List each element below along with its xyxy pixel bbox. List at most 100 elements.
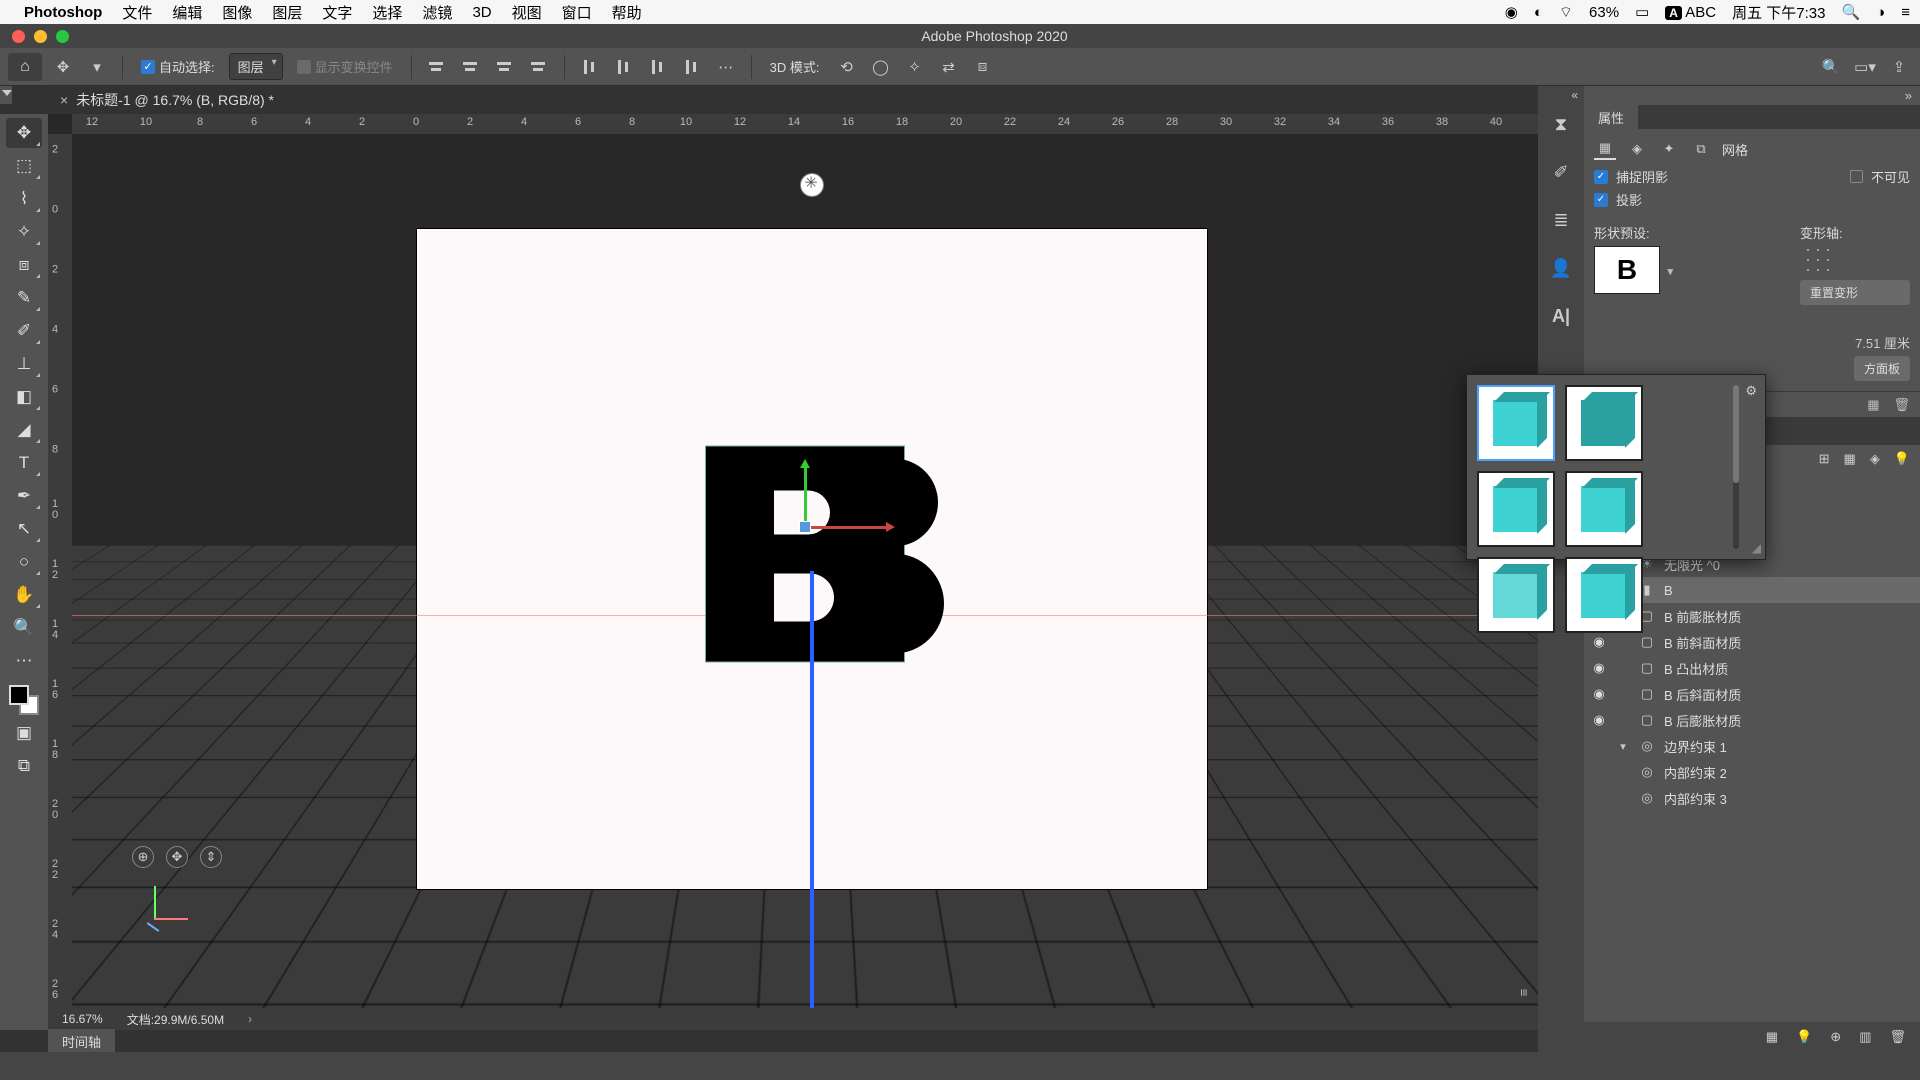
menu-select[interactable]: 选择	[372, 2, 402, 23]
home-button[interactable]: ⌂	[8, 53, 42, 81]
align-stretch-icon[interactable]	[526, 54, 552, 80]
align-left-icon[interactable]	[424, 54, 450, 80]
type-tool[interactable]: T	[6, 448, 42, 478]
path-select-tool[interactable]: ↖	[6, 514, 42, 544]
hand-tool[interactable]: ✋	[6, 580, 42, 610]
render-icon[interactable]: ▦	[1867, 397, 1879, 413]
menu-edit[interactable]: 编辑	[172, 2, 202, 23]
visibility-toggle[interactable]: ◉	[1590, 686, 1608, 702]
traffic-lights[interactable]	[12, 30, 69, 43]
eyedropper-tool[interactable]: ✎	[6, 283, 42, 313]
new-light-icon[interactable]: 💡	[1796, 1029, 1812, 1045]
depth-value[interactable]: 7.51 厘米	[1855, 333, 1910, 352]
dock-paragraph-icon[interactable]: A|	[1547, 302, 1575, 330]
minimize-window[interactable]	[34, 30, 47, 43]
3d-slide-icon[interactable]: ⇄	[936, 54, 962, 80]
menu-image[interactable]: 图像	[222, 2, 252, 23]
lasso-tool[interactable]: ⌇	[6, 184, 42, 214]
edit-toolbar[interactable]: ⋯	[6, 646, 42, 676]
quickmask-tool[interactable]: ▣	[6, 718, 42, 748]
twisty-icon[interactable]: ▾	[1616, 740, 1630, 753]
sv-dolly-icon[interactable]: ⇕	[200, 846, 222, 868]
arrange-icon[interactable]: ▭▾	[1852, 54, 1878, 80]
mesh-tab-mesh-icon[interactable]: ▦	[1594, 138, 1616, 160]
cc-icon[interactable]: ◐	[1534, 4, 1543, 21]
timeline-tab[interactable]: 时间轴	[48, 1029, 115, 1054]
trash-icon[interactable]: 🗑	[1893, 397, 1910, 413]
marquee-tool[interactable]: ⬚	[6, 151, 42, 181]
preset-thumb-1[interactable]	[1477, 385, 1555, 461]
search-icon[interactable]: 🔍	[1818, 54, 1844, 80]
menu-icon[interactable]: ≡	[1901, 4, 1910, 21]
move-tool[interactable]: ✥	[6, 118, 42, 148]
clock[interactable]: 周五 下午7:33	[1732, 2, 1825, 23]
doc-size[interactable]: 文档:29.9M/6.50M	[127, 1011, 224, 1028]
menu-layer[interactable]: 图层	[272, 2, 302, 23]
preset-thumb-3[interactable]	[1477, 471, 1555, 547]
align-center-h-icon[interactable]	[458, 54, 484, 80]
share-icon[interactable]: ⇪	[1886, 54, 1912, 80]
brush-tool[interactable]: ✐	[6, 316, 42, 346]
shape-preset-popup[interactable]: ⚙ ◢	[1466, 374, 1766, 560]
preset-thumb-2[interactable]	[1565, 385, 1643, 461]
align-center-v-icon[interactable]	[611, 54, 637, 80]
dock-history-icon[interactable]: ⧗	[1547, 110, 1575, 138]
auto-select-dropdown[interactable]: 图层	[229, 53, 283, 80]
visibility-toggle[interactable]: ◉	[1590, 712, 1608, 728]
align-top-icon[interactable]	[577, 54, 603, 80]
infinite-light-widget[interactable]	[801, 174, 823, 196]
preset-thumb-4[interactable]	[1565, 471, 1643, 547]
magic-wand-tool[interactable]: ✧	[6, 217, 42, 247]
chevron-down-icon[interactable]: ▾	[1667, 265, 1673, 278]
eraser-tool[interactable]: ◧	[6, 382, 42, 412]
add-icon[interactable]: ▥	[1859, 1029, 1871, 1045]
pen-tool[interactable]: ✒	[6, 481, 42, 511]
dock-brush-icon[interactable]: ✐	[1547, 158, 1575, 186]
spotlight-icon[interactable]: 🔍	[1841, 3, 1860, 21]
more-align-icon[interactable]: ⋯	[713, 54, 739, 80]
menu-filter[interactable]: 滤镜	[422, 2, 452, 23]
auto-select-checkbox[interactable]: ✓自动选择:	[135, 54, 221, 80]
align-stretch-v-icon[interactable]	[679, 54, 705, 80]
mat-label[interactable]: B 凸出材质	[1664, 659, 1728, 678]
filter-all-icon[interactable]: ⊞	[1819, 451, 1830, 467]
cast-shadow-checkbox[interactable]: ✓	[1594, 193, 1608, 207]
zoom-window[interactable]	[56, 30, 69, 43]
popup-scrollbar[interactable]	[1733, 385, 1739, 549]
shape-preset-thumb[interactable]: B▾	[1594, 246, 1660, 294]
preset-thumb-6[interactable]	[1565, 557, 1643, 633]
new-mesh-icon[interactable]: ⊕	[1830, 1029, 1841, 1045]
visibility-toggle[interactable]: ◉	[1590, 660, 1608, 676]
menu-app[interactable]: Photoshop	[24, 4, 102, 21]
zoom-level[interactable]: 16.67%	[62, 1012, 103, 1026]
menu-window[interactable]: 窗口	[562, 2, 592, 23]
3d-orbit-icon[interactable]: ⟲	[834, 54, 860, 80]
mat-label[interactable]: B 前斜面材质	[1664, 633, 1741, 652]
menu-help[interactable]: 帮助	[612, 2, 642, 23]
filter-material-icon[interactable]: ◈	[1870, 451, 1880, 467]
preset-thumb-5[interactable]	[1477, 557, 1555, 633]
b-label[interactable]: B	[1664, 583, 1673, 598]
capture-shadow-checkbox[interactable]: ✓	[1594, 170, 1608, 184]
mat-label[interactable]: B 前膨胀材质	[1664, 607, 1741, 626]
align-right-icon[interactable]	[492, 54, 518, 80]
mesh-tab-coord-icon[interactable]: ⧉	[1690, 138, 1712, 160]
dock-adjust-icon[interactable]: ≣	[1547, 206, 1575, 234]
filter-mesh-icon[interactable]: ▦	[1844, 451, 1856, 467]
coord-panel-button[interactable]: 方面板	[1854, 356, 1910, 381]
input-badge[interactable]: A	[1665, 6, 1682, 20]
mesh-tab-cap-icon[interactable]: ✦	[1658, 138, 1680, 160]
sv-pan-icon[interactable]: ✥	[166, 846, 188, 868]
collapse-dock-icon[interactable]: «	[1571, 88, 1578, 102]
document-tab[interactable]: × 未标题-1 @ 16.7% (B, RGB/8) *	[60, 90, 274, 110]
gear-icon[interactable]: ⚙	[1745, 383, 1757, 399]
inner-label[interactable]: 内部约束 3	[1664, 789, 1727, 808]
collapse-panels-icon[interactable]: »	[1584, 86, 1920, 105]
panel-menu-icon[interactable]: ≡	[1517, 989, 1532, 997]
siri-icon[interactable]: ◑	[1876, 4, 1885, 21]
color-swatch[interactable]	[9, 685, 39, 715]
panel-collapse-left[interactable]	[0, 86, 12, 104]
record-icon[interactable]: ◉	[1505, 3, 1518, 21]
battery-icon[interactable]: ▭	[1635, 3, 1649, 21]
3d-scale-icon[interactable]: ⧈	[970, 54, 996, 80]
